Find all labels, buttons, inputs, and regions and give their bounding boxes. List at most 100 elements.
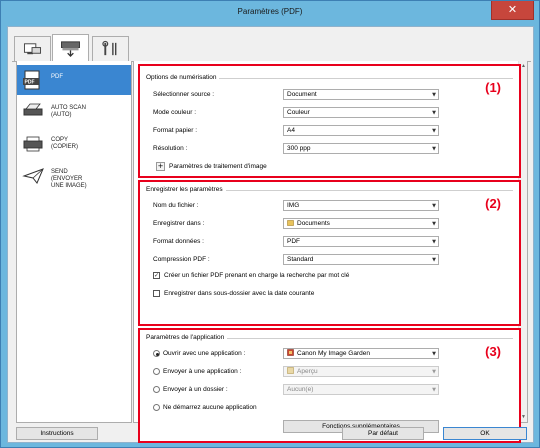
- resolution-label: Résolution :: [153, 145, 188, 152]
- nav-item-pdf[interactable]: PDF PDF: [17, 65, 131, 95]
- source-label: Sélectionner source :: [153, 91, 215, 98]
- close-button[interactable]: ✕: [491, 1, 534, 20]
- svg-text:PDF: PDF: [25, 80, 35, 86]
- color-mode-label: Mode couleur :: [153, 109, 196, 116]
- pdf-icon: PDF: [23, 70, 40, 90]
- nav-item-label: PDF: [51, 74, 63, 80]
- nav-item-label: SEND (ENVOYER UNE IMAGE): [51, 169, 91, 190]
- chevron-down-icon: ▼: [432, 257, 436, 263]
- scan-options-section: Options de numérisation (1) Sélectionner…: [138, 64, 521, 178]
- send-to-folder-dropdown[interactable]: Aucun(e) ▼: [283, 384, 439, 395]
- computer-scanner-icon: [23, 43, 42, 55]
- nav-item-label: AUTO SCAN (AUTO): [51, 105, 91, 119]
- tab-scan-from-computer[interactable]: [14, 36, 51, 61]
- section-title: Enregistrer les paramètres: [146, 186, 226, 193]
- folder-icon: [287, 220, 294, 226]
- open-with-app-dropdown[interactable]: Canon My Image Garden ▼: [283, 348, 439, 359]
- preview-app-icon: [287, 367, 294, 374]
- data-format-label: Format données :: [153, 238, 204, 245]
- copy-icon: [23, 136, 43, 152]
- window-client-area: PDF PDF AUTO SCAN (AUTO) COPY (COPIER) S…: [7, 26, 534, 443]
- send-to-app-label: Envoyer à une application :: [163, 368, 242, 375]
- source-dropdown[interactable]: Document ▼: [283, 89, 439, 100]
- tab-scan-from-panel[interactable]: [52, 34, 89, 61]
- filename-value: IMG: [287, 202, 300, 209]
- window-title: Paramètres (PDF): [237, 7, 303, 16]
- data-format-value: PDF: [287, 238, 300, 245]
- color-mode-value: Couleur: [287, 109, 310, 116]
- resolution-dropdown[interactable]: 300 ppp ▼: [283, 143, 439, 154]
- save-in-value: Documents: [297, 220, 330, 227]
- nav-item-text: SEND (ENVOYER UNE IMAGE): [51, 169, 87, 189]
- pdf-compression-label: Compression PDF :: [153, 256, 210, 263]
- image-processing-link[interactable]: Paramètres de traitement d'image: [169, 163, 267, 170]
- filename-label: Nom du fichier :: [153, 202, 199, 209]
- open-with-app-value: Canon My Image Garden: [297, 350, 370, 357]
- open-with-app-label: Ouvrir avec une application :: [163, 350, 246, 357]
- save-settings-section: Enregistrer les paramètres (2) Nom du fi…: [138, 180, 521, 326]
- scan-type-list: PDF PDF AUTO SCAN (AUTO) COPY (COPIER) S…: [16, 61, 132, 423]
- chevron-down-icon: ▼: [432, 387, 436, 393]
- tab-general-settings[interactable]: [92, 36, 129, 61]
- filename-dropdown[interactable]: IMG ▼: [283, 200, 439, 211]
- pdf-compression-dropdown[interactable]: Standard ▼: [283, 254, 439, 265]
- send-to-folder-value: Aucun(e): [287, 386, 314, 393]
- section-badge: (3): [485, 344, 501, 359]
- nav-item-label: COPY (COPIER): [51, 137, 85, 151]
- no-app-radio[interactable]: [153, 404, 160, 411]
- send-to-app-dropdown[interactable]: Aperçu ▼: [283, 366, 439, 377]
- canon-app-icon: [287, 349, 294, 356]
- nav-item-send[interactable]: SEND (ENVOYER UNE IMAGE): [17, 161, 131, 197]
- resolution-value: 300 ppp: [287, 145, 311, 152]
- nav-item-auto-scan[interactable]: AUTO SCAN (AUTO): [17, 97, 131, 127]
- auto-scan-icon: [23, 103, 43, 116]
- instructions-button[interactable]: Instructions: [16, 427, 98, 440]
- scroll-up-icon[interactable]: ▲: [520, 62, 527, 70]
- section-title: Options de numérisation: [146, 74, 220, 81]
- tools-icon: [102, 40, 117, 56]
- chevron-down-icon: ▼: [432, 351, 436, 357]
- application-settings-section: Paramètres de l'application (3) Ouvrir a…: [138, 328, 521, 443]
- chevron-down-icon: ▼: [432, 221, 436, 227]
- send-to-folder-label: Envoyer à un dossier :: [163, 386, 228, 393]
- no-app-label: Ne démarrez aucune application: [163, 404, 257, 411]
- send-to-app-value: Aperçu: [297, 368, 318, 375]
- section-title: Paramètres de l'application: [146, 334, 228, 341]
- searchable-pdf-checkbox[interactable]: ✓: [153, 272, 160, 279]
- date-subfolder-label: Enregistrer dans sous-dossier avec la da…: [164, 290, 315, 297]
- settings-panel: ▲ ▼ Options de numérisation (1) Sélectio…: [133, 61, 528, 443]
- chevron-down-icon: ▼: [432, 110, 436, 116]
- paper-size-dropdown[interactable]: A4 ▼: [283, 125, 439, 136]
- expand-icon[interactable]: +: [156, 162, 165, 171]
- chevron-down-icon: ▼: [432, 369, 436, 375]
- nav-item-copy[interactable]: COPY (COPIER): [17, 129, 131, 159]
- scroll-down-icon[interactable]: ▼: [520, 413, 527, 421]
- paper-size-label: Format papier :: [153, 127, 198, 134]
- nav-item-text: COPY (COPIER): [51, 137, 78, 150]
- chevron-down-icon: ▼: [432, 128, 436, 134]
- scanner-panel-icon: [61, 41, 80, 57]
- section-badge: (1): [485, 80, 501, 95]
- source-value: Document: [287, 91, 317, 98]
- searchable-pdf-label: Créer un fichier PDF prenant en charge l…: [164, 272, 350, 279]
- date-subfolder-checkbox[interactable]: [153, 290, 160, 297]
- defaults-button[interactable]: Par défaut: [342, 427, 424, 440]
- section-badge: (2): [485, 196, 501, 211]
- chevron-down-icon: ▼: [432, 239, 436, 245]
- save-in-dropdown[interactable]: Documents ▼: [283, 218, 439, 229]
- chevron-down-icon: ▼: [432, 203, 436, 209]
- ok-button[interactable]: OK: [443, 427, 527, 440]
- open-with-app-radio[interactable]: [153, 350, 160, 357]
- chevron-down-icon: ▼: [432, 92, 436, 98]
- send-icon: [22, 168, 44, 184]
- send-to-folder-radio[interactable]: [153, 386, 160, 393]
- paper-size-value: A4: [287, 127, 295, 134]
- settings-window: Paramètres (PDF) ✕ PDF PDF AUTO SCAN (AU…: [0, 0, 540, 448]
- data-format-dropdown[interactable]: PDF ▼: [283, 236, 439, 247]
- color-mode-dropdown[interactable]: Couleur ▼: [283, 107, 439, 118]
- chevron-down-icon: ▼: [432, 146, 436, 152]
- pdf-compression-value: Standard: [287, 256, 314, 263]
- send-to-app-radio[interactable]: [153, 368, 160, 375]
- nav-item-text: AUTO SCAN (AUTO): [51, 105, 86, 118]
- save-in-label: Enregistrer dans :: [153, 220, 205, 227]
